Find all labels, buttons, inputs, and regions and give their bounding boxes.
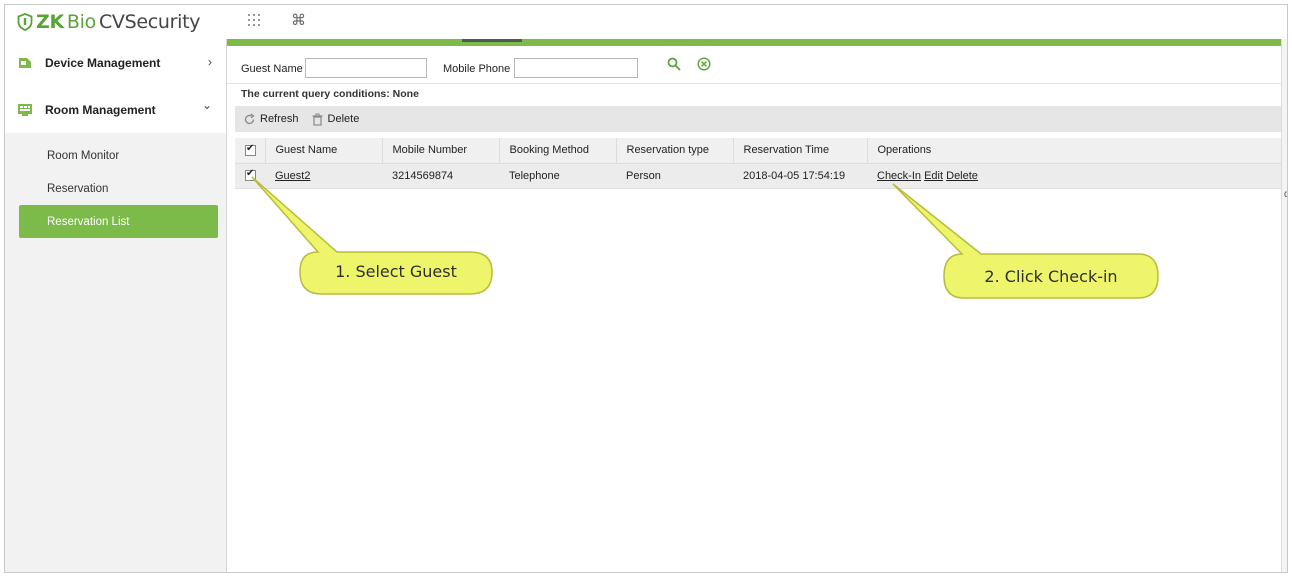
top-bar: ZK Bio CVSecurity ⌘	[5, 5, 1287, 39]
column-header[interactable]: Mobile Number	[382, 138, 500, 164]
trash-icon	[312, 113, 323, 126]
right-edge-text: d	[1284, 189, 1287, 200]
delete-label: Delete	[327, 113, 360, 125]
refresh-button[interactable]: Refresh	[243, 112, 299, 126]
right-edge-panel: d	[1281, 39, 1287, 572]
chevron-right-icon: ›	[208, 55, 212, 69]
logo-bio: Bio	[66, 11, 96, 33]
sidebar-group-label: Device Management	[45, 55, 161, 70]
edit-link[interactable]: Edit	[924, 170, 943, 182]
check-in-link[interactable]: Check-In	[877, 170, 921, 182]
refresh-icon	[244, 112, 255, 124]
app-window: ZKBio CVSecurity ⌘ Device Management ›	[4, 4, 1288, 573]
sidebar-group-label: Room Management	[45, 102, 156, 117]
cell-reservation-time: 2018-04-05 17:54:19	[733, 163, 867, 189]
cell-booking-method: Telephone	[499, 163, 616, 189]
cell-reservation-type: Person	[616, 163, 733, 189]
main-panel: Guest Name Mobile Phone The current quer…	[227, 39, 1281, 572]
column-header[interactable]: Operations	[867, 138, 1281, 164]
cell-mobile-number: 3214569874	[382, 163, 499, 189]
sidebar-item-reservation-list[interactable]: Reservation List	[19, 205, 218, 238]
select-all-checkbox[interactable]	[245, 143, 256, 156]
mobile-phone-input[interactable]	[514, 58, 638, 78]
row-checkbox[interactable]	[245, 168, 256, 182]
active-tab-indicator	[462, 39, 522, 42]
sidebar-item-reservation[interactable]: Reservation	[19, 172, 218, 205]
callout-click-check-in: 2. Click Check-in	[984, 267, 1118, 286]
reservation-table: Guest Name Mobile Number Booking Method …	[235, 138, 1281, 189]
device-management-icon	[19, 57, 31, 68]
column-header[interactable]: Reservation Time	[733, 138, 868, 164]
callout-select-guest: 1. Select Guest	[335, 262, 457, 281]
logo-zk: ZK	[36, 11, 64, 33]
guest-name-link[interactable]: Guest2	[275, 170, 310, 182]
cell-guest-name: Guest2	[265, 163, 382, 189]
search-icon[interactable]	[667, 57, 681, 75]
table-header-row: Guest Name Mobile Number Booking Method …	[235, 138, 1281, 164]
table-row[interactable]: Guest2 3214569874 Telephone Person 2018-…	[235, 163, 1281, 189]
clear-icon[interactable]	[697, 57, 711, 75]
refresh-label: Refresh	[260, 113, 299, 125]
sidebar-group-device-management[interactable]: Device Management ›	[5, 39, 226, 86]
column-header[interactable]: Guest Name	[265, 138, 383, 164]
shield-logo-icon	[17, 13, 33, 31]
sidebar-submenu: Room Monitor Reservation Reservation Lis…	[5, 133, 226, 572]
command-icon[interactable]: ⌘	[291, 11, 306, 29]
sidebar-group-room-management[interactable]: Room Management ⌄	[5, 86, 226, 133]
app-logo: ZK Bio CVSecurity	[17, 11, 201, 33]
toolbar: Refresh Delete	[235, 106, 1281, 132]
guest-name-input[interactable]	[305, 58, 427, 78]
column-header[interactable]: Booking Method	[499, 138, 617, 164]
cell-operations: Check-In Edit Delete	[867, 163, 1281, 189]
row-checkbox-cell[interactable]	[235, 163, 265, 189]
query-conditions: The current query conditions: None	[227, 84, 1281, 104]
delete-link[interactable]: Delete	[946, 170, 978, 182]
tab-strip	[227, 39, 1281, 46]
chevron-down-icon: ⌄	[201, 98, 212, 112]
mobile-phone-label: Mobile Phone	[443, 63, 511, 75]
sidebar: Device Management › Room Management ⌄ Ro…	[5, 39, 227, 572]
grid-dots-icon[interactable]	[247, 13, 261, 31]
select-all-cell[interactable]	[235, 138, 266, 164]
logo-product: CVSecurity	[98, 11, 201, 33]
room-management-icon	[18, 103, 32, 116]
search-bar: Guest Name Mobile Phone	[227, 46, 1281, 84]
column-header[interactable]: Reservation type	[616, 138, 734, 164]
guest-name-label: Guest Name	[241, 63, 303, 75]
delete-button[interactable]: Delete	[311, 113, 360, 126]
sidebar-item-room-monitor[interactable]: Room Monitor	[19, 139, 218, 172]
